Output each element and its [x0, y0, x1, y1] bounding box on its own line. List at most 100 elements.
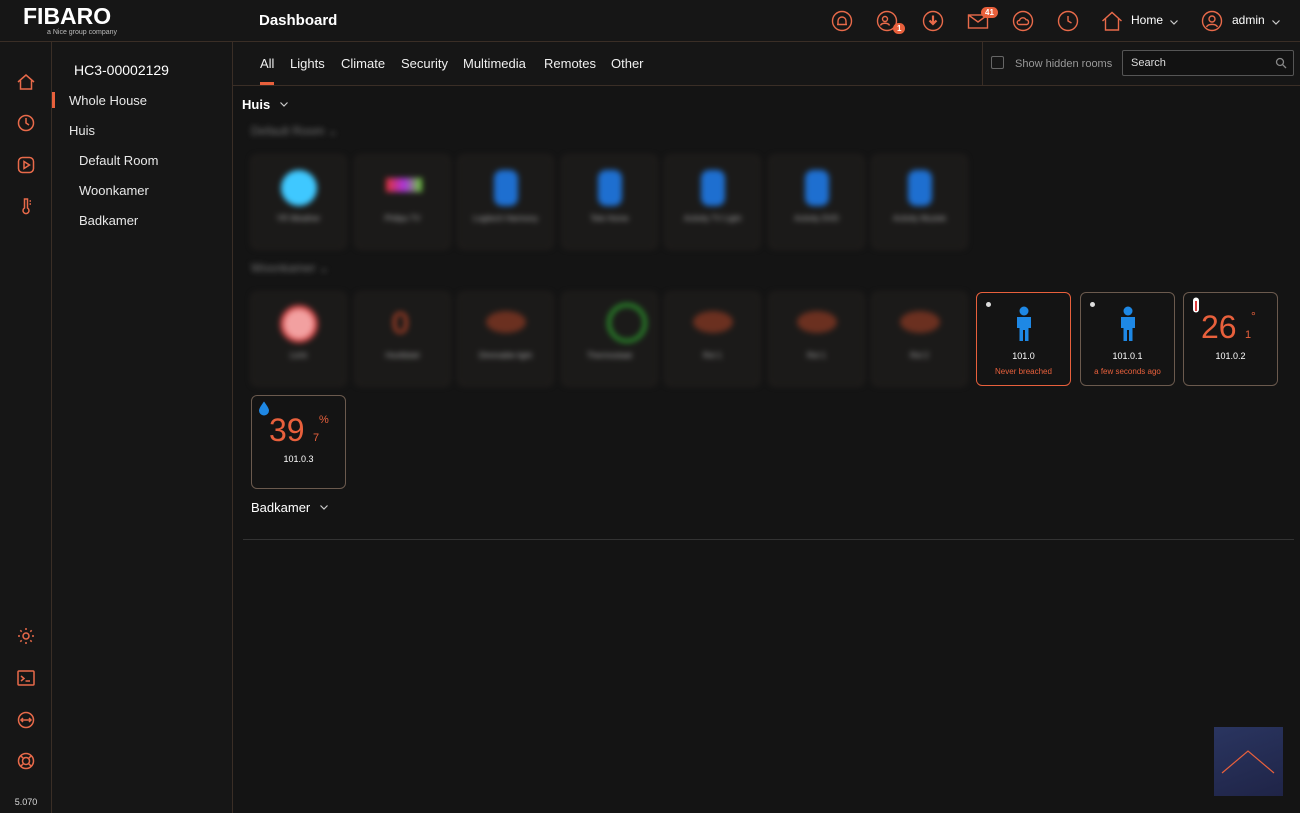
search-box[interactable] — [1122, 50, 1294, 76]
brand-tagline: a Nice group company — [47, 29, 118, 36]
chevron-up-icon — [1221, 750, 1275, 774]
blind-device-icon — [797, 311, 837, 333]
sidebar-item-default-room[interactable]: Default Room — [79, 153, 158, 168]
user-icon[interactable] — [1201, 10, 1223, 32]
search-input[interactable] — [1131, 55, 1271, 71]
device-label: Philips TV — [384, 214, 421, 223]
section-woonkamer[interactable]: Woonkamer ⌄ — [251, 261, 329, 275]
section-huis[interactable]: Huis — [242, 97, 289, 112]
humidity-unit: % — [319, 414, 329, 426]
device-label: Activity TV Light — [683, 214, 742, 223]
device-tile[interactable]: Dimmable light — [458, 292, 553, 386]
alarm-icon[interactable] — [831, 10, 853, 32]
device-label: Dimmable light — [479, 351, 532, 360]
show-hidden-label[interactable]: Show hidden rooms — [1015, 58, 1112, 70]
device-tile[interactable]: Tele Home — [562, 155, 657, 249]
person-device-icon — [598, 170, 622, 206]
download-icon[interactable] — [922, 10, 944, 32]
motion-sensor-tile[interactable]: 101.0.1 a few seconds ago — [1080, 292, 1175, 386]
chevron-down-icon[interactable] — [1169, 14, 1179, 25]
scroll-to-top-button[interactable] — [1214, 727, 1283, 796]
help-icon[interactable] — [16, 751, 36, 771]
device-tile[interactable]: Licht — [251, 292, 346, 386]
sidebar-item-badkamer[interactable]: Badkamer — [79, 213, 138, 228]
status-dot — [986, 302, 991, 307]
chevron-down-icon[interactable] — [319, 502, 329, 512]
person-device-icon — [805, 170, 829, 206]
tab-remotes[interactable]: Remotes — [544, 56, 596, 71]
device-tile[interactable]: Rol 2 — [872, 292, 967, 386]
chevron-down-icon[interactable] — [1271, 14, 1281, 25]
home-icon[interactable] — [16, 72, 36, 92]
temperature-value: 26 — [1201, 309, 1237, 345]
location-label[interactable]: Home — [1131, 13, 1163, 27]
temperature-unit: ° — [1251, 309, 1256, 323]
device-label: Thermostaat — [587, 351, 632, 360]
top-header: Dashboard 1 41 Home admin — [233, 0, 1300, 42]
device-name: 101.0.2 — [1215, 351, 1246, 361]
section-default-room[interactable]: Default Room ⌄ — [251, 124, 338, 138]
brand-name: FIBARO — [23, 3, 112, 29]
tab-climate[interactable]: Climate — [341, 56, 385, 71]
rooms-sidebar: HC3-00002129 Whole House Huis Default Ro… — [52, 42, 233, 813]
weather-device-icon — [281, 170, 317, 206]
device-tile[interactable]: YR Weather — [251, 155, 346, 249]
device-tile[interactable]: Activity TV Light — [665, 155, 760, 249]
device-tile[interactable]: Philips TV — [355, 155, 450, 249]
logo[interactable]: FIBARO a Nice group company — [0, 0, 233, 42]
category-tabs: All Lights Climate Security Multimedia R… — [233, 42, 1300, 86]
sidebar-item-huis[interactable]: Huis — [69, 123, 95, 138]
section-default-room-label: Default Room — [251, 124, 325, 138]
tab-lights[interactable]: Lights — [290, 56, 325, 71]
tab-all[interactable]: All — [260, 56, 274, 71]
device-tile[interactable]: Activity Muziek — [872, 155, 967, 249]
motion-sensor-tile[interactable]: 101.0 Never breached — [976, 292, 1071, 386]
thermometer-icon[interactable] — [16, 196, 36, 216]
sidebar-item-whole-house[interactable]: Whole House — [69, 93, 147, 108]
person-device-icon — [908, 170, 932, 206]
device-label: YR Weather — [276, 214, 321, 223]
person-device-icon — [701, 170, 725, 206]
gear-icon[interactable] — [16, 626, 36, 646]
clock-icon[interactable] — [1057, 10, 1079, 32]
section-badkamer[interactable]: Badkamer — [251, 500, 329, 515]
device-tile[interactable]: 0 Hoofdstel — [355, 292, 450, 386]
page-title: Dashboard — [259, 12, 338, 29]
show-hidden-checkbox[interactable] — [991, 56, 1004, 69]
device-label: Tele Home — [590, 214, 629, 223]
network-icon[interactable] — [16, 710, 36, 730]
active-indicator — [52, 92, 55, 108]
scenes-icon[interactable] — [16, 113, 36, 133]
device-tile[interactable]: Rol 1 — [769, 292, 864, 386]
humidity-sensor-tile[interactable]: 39 % 7 101.0.3 — [251, 395, 346, 489]
light-device-icon — [280, 305, 318, 343]
device-tile[interactable]: Activity DVD — [769, 155, 864, 249]
chevron-down-icon[interactable] — [279, 99, 289, 109]
divider — [982, 42, 983, 86]
terminal-icon[interactable] — [16, 668, 36, 688]
thermostat-device-icon — [607, 303, 647, 343]
user-label[interactable]: admin — [1232, 13, 1265, 27]
tab-multimedia[interactable]: Multimedia — [463, 56, 526, 71]
sidebar-item-woonkamer[interactable]: Woonkamer — [79, 183, 149, 198]
device-tile[interactable]: Thermostaat — [562, 292, 657, 386]
section-woonkamer-label: Woonkamer — [251, 261, 316, 275]
tv-device-icon — [386, 178, 422, 192]
home-location-icon[interactable] — [1101, 10, 1123, 32]
device-tile[interactable]: Logitech Harmony — [458, 155, 553, 249]
device-name: 101.0 — [1012, 351, 1035, 361]
device-label: Activity DVD — [794, 214, 839, 223]
device-tile[interactable]: Rol 1 — [665, 292, 760, 386]
temperature-sensor-tile[interactable]: 26 ° 1 101.0.2 — [1183, 292, 1278, 386]
play-icon[interactable] — [16, 155, 36, 175]
device-label: Logitech Harmony — [473, 214, 538, 223]
device-name: 101.0.3 — [283, 454, 314, 464]
tab-security[interactable]: Security — [401, 56, 448, 71]
device-label: Rol 1 — [807, 351, 826, 360]
section-huis-label: Huis — [242, 97, 271, 112]
device-label: Rol 1 — [703, 351, 722, 360]
search-icon[interactable] — [1275, 57, 1287, 69]
weather-icon[interactable] — [1012, 10, 1034, 32]
device-label: Rol 2 — [910, 351, 929, 360]
tab-other[interactable]: Other — [611, 56, 644, 71]
